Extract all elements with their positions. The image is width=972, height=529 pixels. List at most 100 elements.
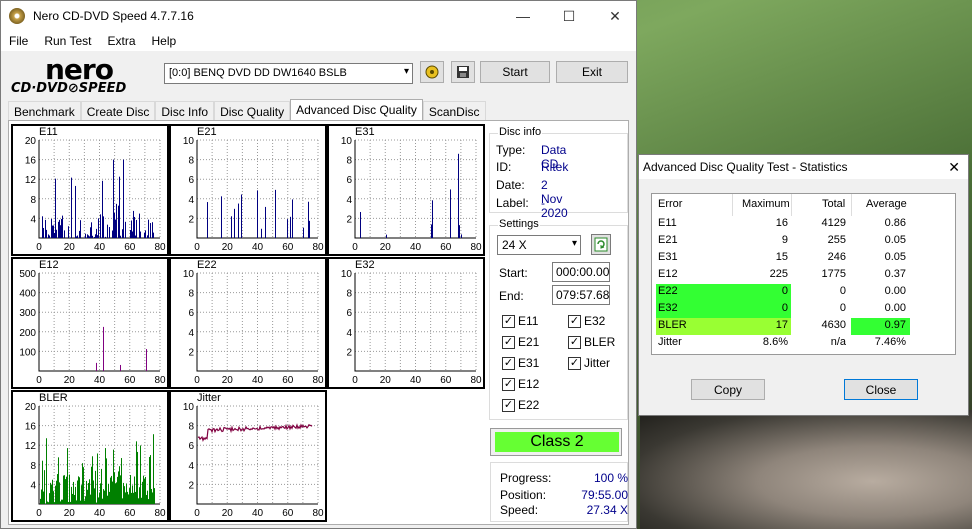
chart-bar <box>147 490 148 504</box>
speed-label: Speed: <box>500 503 539 517</box>
class-result-box: Class 2 <box>490 428 622 456</box>
tab-advanced-disc-quality[interactable]: Advanced Disc Quality <box>290 99 423 120</box>
chart-e32: 10 8 6 4 2 0 20 40 60 80 E32 <box>327 257 485 389</box>
maximize-button[interactable]: ☐ <box>546 1 592 31</box>
menu-run-test[interactable]: Run Test <box>36 34 99 48</box>
stats-cell-average: 0.00 <box>884 302 906 314</box>
stats-cell-error: E31 <box>658 251 678 263</box>
disc-info-title: Disc info <box>498 126 543 138</box>
x-tick-label: 80 <box>470 375 482 386</box>
end-time-input[interactable]: 079:57.68 <box>552 285 610 305</box>
stats-cell-error: E22 <box>658 285 678 297</box>
chart-bar <box>122 229 123 238</box>
stats-cell-maximum: 0 <box>781 302 788 314</box>
y-tick-label: 10 <box>183 269 195 280</box>
progress-label: Progress: <box>500 471 552 485</box>
chart-bar <box>122 498 123 504</box>
disc-id-value: Ritek <box>541 160 569 174</box>
col-header-error: Error <box>658 198 683 210</box>
chart-e22-plot: 1086420 20 40 60 80 <box>183 269 324 386</box>
checkbox-e11[interactable]: ✓ E11 <box>502 314 538 328</box>
checkbox-box[interactable]: ✓ <box>502 314 515 328</box>
nero-logo: nero CD·DVD⊘SPEED <box>9 53 159 99</box>
refresh-button[interactable] <box>591 234 611 255</box>
main-titlebar[interactable]: Nero CD-DVD Speed 4.7.7.16 — ☐ ✕ <box>1 1 636 31</box>
menu-help[interactable]: Help <box>144 34 185 48</box>
save-button[interactable] <box>451 61 475 83</box>
x-tick-label: 60 <box>440 375 452 386</box>
chart-bar <box>56 480 57 504</box>
stats-cell-total: 255 <box>827 234 846 246</box>
chart-bar <box>61 219 62 238</box>
chart-bar <box>144 478 145 504</box>
checkbox-e22[interactable]: ✓ E22 <box>502 398 539 412</box>
y-tick-label: 2 <box>346 214 352 225</box>
chart-bar <box>88 483 89 504</box>
chart-bar <box>123 482 124 504</box>
tab-create-disc[interactable]: Create Disc <box>80 101 156 121</box>
copy-button[interactable]: Copy <box>691 379 765 400</box>
chart-bar <box>78 476 79 504</box>
tab-benchmark[interactable]: Benchmark <box>8 101 81 121</box>
tab-disc-quality[interactable]: Disc Quality <box>214 101 291 121</box>
x-tick-label: 0 <box>352 242 358 253</box>
checkbox-box[interactable]: ✓ <box>502 335 515 349</box>
drive-select[interactable]: [0:0] BENQ DVD DD DW1640 BSLB ▾ <box>164 63 413 84</box>
chart-e21: 10 8 6 4 2 0 20 40 60 80 E21 <box>169 124 327 256</box>
checkbox-e12[interactable]: ✓ E12 <box>502 377 539 391</box>
x-tick-label: 0 <box>36 242 42 253</box>
chart-bar <box>143 475 144 504</box>
chart-bar <box>79 230 80 238</box>
statistics-close-icon[interactable]: ✕ <box>948 159 960 176</box>
y-tick-label: 4 <box>188 195 194 206</box>
drive-settings-button[interactable] <box>420 61 444 83</box>
chart-bar <box>51 484 52 504</box>
close-button[interactable]: ✕ <box>592 1 638 31</box>
checkbox-bler[interactable]: ✓ BLER <box>568 335 615 349</box>
x-tick-label: 20 <box>64 375 76 386</box>
menu-extra[interactable]: Extra <box>99 34 143 48</box>
y-tick-label: 4 <box>346 195 352 206</box>
x-tick-label: 40 <box>252 242 264 253</box>
exit-button[interactable]: Exit <box>556 61 628 83</box>
chart-bar <box>152 222 153 238</box>
tab-disc-info[interactable]: Disc Info <box>155 101 215 121</box>
checkbox-label: BLER <box>584 335 616 349</box>
y-tick-label: 2 <box>188 347 194 358</box>
stats-close-button[interactable]: Close <box>844 379 918 400</box>
chart-bar <box>60 501 61 504</box>
statistics-titlebar[interactable]: Advanced Disc Quality Test - Statistics … <box>639 155 968 179</box>
window-title: Nero CD-DVD Speed 4.7.7.16 <box>33 9 194 23</box>
checkbox-box[interactable]: ✓ <box>568 314 581 328</box>
start-button[interactable]: Start <box>480 61 550 83</box>
y-tick-label: 8 <box>188 289 194 300</box>
checkbox-box[interactable]: ✓ <box>568 356 581 370</box>
menu-file[interactable]: File <box>1 34 36 48</box>
chart-bar <box>47 501 48 504</box>
y-tick-label: 16 <box>25 422 37 433</box>
chart-bar <box>275 189 276 238</box>
checkbox-e31[interactable]: ✓ E31 <box>502 356 539 370</box>
refresh-icon <box>594 237 608 252</box>
tab-scandisc[interactable]: ScanDisc <box>422 101 486 121</box>
chart-bar <box>131 220 132 238</box>
chart-bler-plot: 201612840 20 40 60 80 <box>25 402 166 519</box>
start-time-input[interactable]: 000:00.00 <box>552 262 610 282</box>
checkbox-e32[interactable]: ✓ E32 <box>568 314 605 328</box>
minimize-button[interactable]: — <box>500 1 546 31</box>
checkbox-box[interactable]: ✓ <box>502 356 515 370</box>
x-tick-label: 20 <box>380 242 392 253</box>
chart-bar <box>152 492 153 504</box>
chart-bar <box>75 486 76 504</box>
speed-select[interactable]: 24 X ▾ <box>497 235 581 255</box>
checkbox-e21[interactable]: ✓ E21 <box>502 335 539 349</box>
chart-bar <box>111 475 112 504</box>
y-tick-label: 4 <box>30 480 36 491</box>
checkbox-box[interactable]: ✓ <box>502 398 515 412</box>
stats-row-e21: E21 9 255 0.05 <box>656 233 954 250</box>
checkbox-jitter[interactable]: ✓ Jitter <box>568 356 610 370</box>
checkbox-box[interactable]: ✓ <box>502 377 515 391</box>
chart-bar <box>96 228 97 238</box>
checkbox-box[interactable]: ✓ <box>568 335 581 349</box>
chart-bar <box>149 456 150 504</box>
